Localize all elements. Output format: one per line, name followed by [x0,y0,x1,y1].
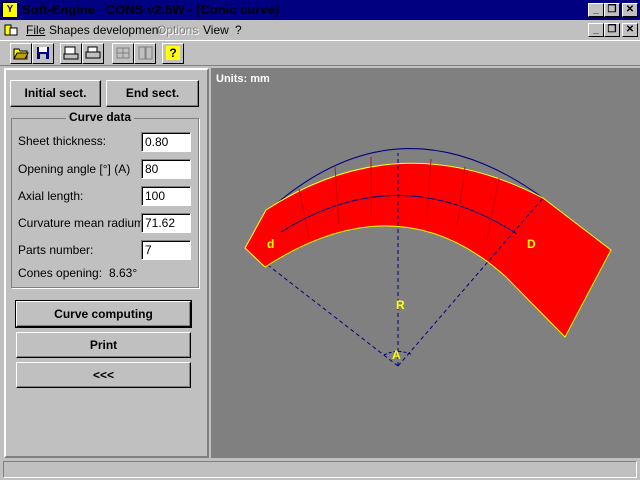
pages-button[interactable] [134,43,156,64]
back-button[interactable]: <<< [16,362,191,388]
menu-options[interactable]: Options [157,23,198,37]
end-section-button[interactable]: End sect. [106,80,199,107]
parts-number-label: Parts number: [18,243,94,257]
curve-body [244,162,612,338]
label-angle: A [392,348,401,362]
save-button[interactable] [32,43,54,64]
minimize-button[interactable]: _ [588,3,604,17]
parts-number-field[interactable]: 7 [141,240,191,260]
curve-data-title: Curve data [66,110,135,124]
resize-button[interactable] [112,43,134,64]
folder-open-icon [13,48,29,60]
initial-section-button[interactable]: Initial sect. [10,80,101,107]
curvature-radius-field[interactable]: 71.62 [141,213,191,233]
opening-angle-field[interactable]: 80 [141,159,191,179]
curvature-radius-label: Curvature mean radium: [18,216,148,230]
menu-shapes-development[interactable]: Shapes development [49,23,162,37]
menu-help[interactable]: ? [235,23,242,37]
label-small-diameter: d [267,237,274,251]
print-panel-button[interactable]: Print [16,332,191,358]
open-button[interactable] [10,43,32,64]
menu-file[interactable]: File [26,23,45,37]
label-large-diameter: D [527,237,536,251]
print-button[interactable] [82,43,104,64]
print-setup-button[interactable] [60,43,82,64]
floppy-disk-icon [37,47,49,59]
help-icon: ? [166,46,180,60]
label-radius: R [396,298,405,312]
cones-opening-label: Cones opening: [18,266,103,280]
axial-length-label: Axial length: [18,189,84,203]
sheet-thickness-label: Sheet thickness: [18,134,107,148]
opening-angle-label: Opening angle [°] (A) [18,162,131,176]
app-icon[interactable]: Y [2,2,18,18]
printer-icon [85,46,101,59]
child-window-icon[interactable] [4,23,18,37]
curve-computing-button[interactable]: Curve computing [15,300,192,328]
pages-icon [138,46,153,60]
axial-length-field[interactable]: 100 [141,186,191,206]
close-button[interactable]: ✕ [622,3,638,17]
sheet-thickness-field[interactable]: 0.80 [141,132,191,152]
cones-opening-value: 8.63° [109,266,138,280]
window-title: Soft-Engine CONS v2.5W - [Conic curve] [22,2,280,17]
status-pane [3,461,637,478]
menu-view[interactable]: View [203,23,229,37]
child-close-button[interactable]: ✕ [622,23,638,37]
child-restore-button[interactable]: ❐ [604,23,620,37]
restore-button[interactable]: ❐ [604,3,620,17]
conic-curve-drawing: d D R A [244,148,612,367]
help-button[interactable]: ? [162,43,184,64]
child-minimize-button[interactable]: _ [588,23,604,37]
print-setup-icon [63,46,79,60]
resize-icon [116,47,130,59]
